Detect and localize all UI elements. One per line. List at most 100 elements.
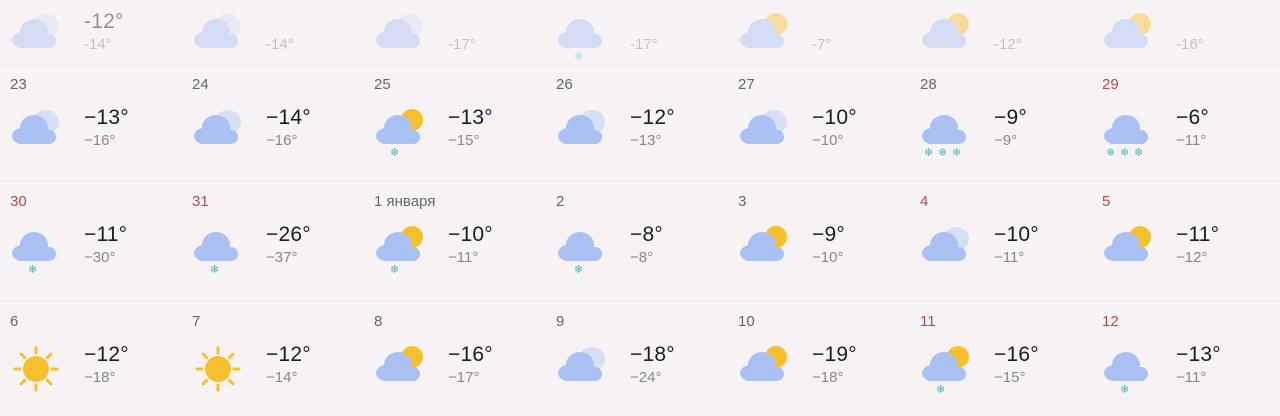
day-temperature: −9°	[812, 223, 845, 246]
day-date: 28	[920, 76, 937, 93]
svg-text:❄: ❄	[574, 263, 583, 276]
day-date: 2	[556, 193, 565, 210]
partly-cloudy-snow-icon: ❄	[372, 213, 438, 276]
day-cell[interactable]: 25 ❄ −13° −15°	[364, 66, 546, 181]
day-temperature: −12°	[266, 343, 311, 366]
day-temperature: −11°	[84, 223, 128, 246]
day-date: 4	[920, 193, 929, 210]
night-temperature: −8°	[630, 249, 654, 266]
day-date: 24	[192, 76, 209, 93]
day-temperature: −13°	[84, 106, 129, 129]
cloudy-icon	[372, 0, 438, 60]
day-date: 11	[920, 313, 936, 330]
day-date: 3	[738, 193, 747, 210]
day-cell[interactable]: -16°	[1092, 0, 1274, 65]
day-cell[interactable]: 9 −18° −24°	[546, 303, 728, 416]
day-date: 25	[374, 76, 391, 93]
partly-cloudy-snow-icon: ❄	[372, 96, 438, 159]
cloudy-icon	[8, 0, 74, 60]
day-cell[interactable]: 7 −12° −14°	[182, 303, 364, 416]
day-date: 12	[1102, 313, 1119, 330]
day-date: 10	[738, 313, 755, 330]
night-temperature: −11°	[1176, 132, 1207, 149]
day-cell[interactable]: 28 ❄ ❄ ❄ −9° −9°	[910, 66, 1092, 181]
cloudy-icon	[190, 0, 256, 60]
day-date: 31	[192, 193, 209, 210]
day-cell[interactable]: 4 −10° −11°	[910, 183, 1092, 301]
day-cell[interactable]: 5 −11° −12°	[1092, 183, 1274, 301]
night-temperature: −12°	[1176, 249, 1208, 266]
svg-text:❄: ❄	[390, 146, 399, 159]
day-cell[interactable]: -12°	[910, 0, 1092, 65]
svg-text:❄: ❄	[1120, 146, 1129, 159]
cloudy-icon	[918, 213, 984, 273]
cloud-snow-icon: ❄	[8, 213, 74, 276]
night-temperature: −13°	[630, 132, 662, 149]
night-temperature: −10°	[812, 249, 844, 266]
day-cell[interactable]: -12° -14°	[0, 0, 182, 65]
day-cell[interactable]: -14°	[182, 0, 364, 65]
day-cell[interactable]: 26 −12° −13°	[546, 66, 728, 181]
day-temperature: −9°	[994, 106, 1027, 129]
day-cell[interactable]: -7°	[728, 0, 910, 65]
day-temperature: −10°	[448, 223, 493, 246]
night-temperature: −18°	[812, 369, 844, 386]
day-cell[interactable]: -17°	[364, 0, 546, 65]
day-cell[interactable]: 1 января ❄ −10° −11°	[364, 183, 546, 301]
cloud-heavy-snow-icon: ❄ ❄ ❄	[918, 96, 984, 159]
cloudy-icon	[554, 333, 620, 393]
day-cell[interactable]: 27 −10° −10°	[728, 66, 910, 181]
day-cell[interactable]: 8 −16° −17°	[364, 303, 546, 416]
sun-icon	[8, 333, 74, 393]
day-temperature: −10°	[812, 106, 857, 129]
day-cell[interactable]: 3 −9° −10°	[728, 183, 910, 301]
day-temperature: −26°	[266, 223, 311, 246]
day-cell[interactable]: 2 ❄ −8° −8°	[546, 183, 728, 301]
day-temperature: −11°	[1176, 223, 1220, 246]
day-temperature: −12°	[630, 106, 675, 129]
day-cell[interactable]: 10 −19° −18°	[728, 303, 910, 416]
week-row: -12° -14° -14° -17° ❄ -17° -7° -12° -16°	[0, 0, 1280, 66]
day-temperature: -12°	[84, 10, 124, 33]
day-temperature: −19°	[812, 343, 857, 366]
cloudy-icon	[8, 96, 74, 156]
weather-calendar: -12° -14° -14° -17° ❄ -17° -7° -12° -16° 23 −13° −…	[0, 0, 1280, 416]
day-cell[interactable]: ❄ -17°	[546, 0, 728, 65]
day-cell[interactable]: 12 ❄ −13° −11°	[1092, 303, 1274, 416]
night-temperature: −16°	[84, 132, 116, 149]
day-cell[interactable]: 31 ❄ −26° −37°	[182, 183, 364, 301]
day-cell[interactable]: 11 ❄ −16° −15°	[910, 303, 1092, 416]
cloudy-icon	[190, 96, 256, 156]
night-temperature: −30°	[84, 249, 116, 266]
day-cell[interactable]: 30 ❄ −11° −30°	[0, 183, 182, 301]
night-temperature: −10°	[812, 132, 844, 149]
night-temperature: -17°	[448, 36, 476, 53]
partly-cloudy-snow-icon: ❄	[918, 333, 984, 396]
day-date: 9	[556, 313, 565, 330]
svg-text:❄: ❄	[952, 146, 961, 159]
night-temperature: −37°	[266, 249, 298, 266]
svg-text:❄: ❄	[210, 263, 219, 276]
night-temperature: −11°	[448, 249, 479, 266]
day-date: 6	[10, 313, 19, 330]
day-cell[interactable]: 24 −14° −16°	[182, 66, 364, 181]
day-temperature: −16°	[994, 343, 1039, 366]
cloud-snow-icon: ❄	[554, 213, 620, 276]
cloud-snow-icon: ❄	[1100, 333, 1166, 396]
partly-cloudy-icon	[372, 333, 438, 393]
night-temperature: -17°	[630, 36, 658, 53]
day-temperature: −13°	[1176, 343, 1221, 366]
day-date: 1 января	[374, 193, 436, 210]
day-cell[interactable]: 6 −12° −18°	[0, 303, 182, 416]
partly-cloudy-icon	[918, 0, 984, 60]
day-cell[interactable]: 29 ❄ ❄ ❄ −6° −11°	[1092, 66, 1274, 181]
partly-cloudy-icon	[736, 0, 802, 60]
night-temperature: -16°	[1176, 36, 1204, 53]
partly-cloudy-icon	[1100, 0, 1166, 60]
night-temperature: −15°	[448, 132, 480, 149]
day-cell[interactable]: 23 −13° −16°	[0, 66, 182, 181]
day-temperature: −10°	[994, 223, 1039, 246]
svg-text:❄: ❄	[390, 263, 399, 276]
night-temperature: −17°	[448, 369, 480, 386]
day-temperature: −14°	[266, 106, 311, 129]
